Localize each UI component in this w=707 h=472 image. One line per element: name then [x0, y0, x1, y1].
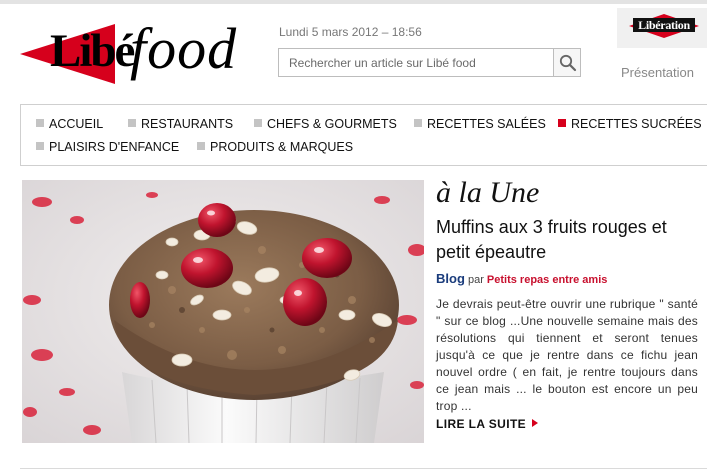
nav-label: Recettes sucrées — [571, 117, 702, 131]
blog-label: Blog — [436, 271, 465, 286]
main-nav: Accueil Restaurants Chefs & Gourmets Rec… — [20, 104, 707, 166]
nav-bullet — [414, 119, 422, 127]
nav-label: Recettes salées — [427, 117, 546, 131]
nav-item-produits-marques[interactable]: Produits & Marques — [197, 140, 353, 154]
nav-item-recettes-salees[interactable]: Recettes salées — [414, 117, 546, 131]
read-more-label: LIRE LA SUITE — [436, 417, 527, 431]
author-link[interactable]: Petits repas entre amis — [487, 274, 607, 286]
by-label: par — [467, 274, 484, 286]
logo-food-text: food — [130, 16, 238, 81]
presentation-link[interactable]: Présentation — [621, 65, 694, 80]
search-input[interactable] — [279, 49, 555, 76]
nav-label: Restaurants — [141, 117, 234, 131]
liberation-logo-link[interactable]: Libération — [617, 8, 707, 48]
nav-bullet — [36, 119, 44, 127]
liberation-logo-text: Libération — [633, 18, 695, 32]
nav-bullet — [197, 142, 205, 150]
nav-item-accueil[interactable]: Accueil — [36, 117, 103, 131]
bottom-rule — [20, 468, 707, 469]
arrow-right-icon — [532, 419, 539, 427]
current-date: Lundi 5 mars 2012 – 18:56 — [279, 25, 422, 39]
libe-food-logo[interactable]: Libé food — [20, 14, 270, 94]
feature-image-muffin[interactable] — [22, 180, 424, 443]
nav-bullet — [254, 119, 262, 127]
nav-bullet-active — [558, 119, 566, 127]
top-rule — [0, 0, 707, 4]
nav-item-recettes-sucrees[interactable]: Recettes sucrées — [558, 117, 702, 131]
nav-bullet — [36, 142, 44, 150]
section-heading-a-la-une: à la Une — [436, 176, 540, 209]
nav-item-plaisirs-enfance[interactable]: Plaisirs d'enfance — [36, 140, 179, 154]
nav-label: Accueil — [49, 117, 104, 131]
article-excerpt: Je devrais peut-être ouvrir une rubrique… — [436, 297, 698, 413]
nav-label: Chefs & Gourmets — [267, 117, 397, 131]
nav-item-chefs-gourmets[interactable]: Chefs & Gourmets — [254, 117, 397, 131]
article-meta: Blog par Petits repas entre amis — [436, 271, 607, 286]
nav-bullet — [128, 119, 136, 127]
read-more-link[interactable]: LIRE LA SUITE — [436, 417, 539, 431]
article-title[interactable]: Muffins aux 3 fruits rouges et petit épe… — [436, 215, 702, 265]
nav-label: Plaisirs d'enfance — [49, 140, 180, 154]
muffin-photo — [22, 180, 424, 443]
search-button[interactable] — [553, 49, 580, 76]
nav-label: Produits & Marques — [210, 140, 354, 154]
search-icon — [559, 54, 577, 72]
logo-libe-text: Libé — [50, 25, 135, 77]
search-bar — [278, 48, 581, 77]
nav-item-restaurants[interactable]: Restaurants — [128, 117, 233, 131]
